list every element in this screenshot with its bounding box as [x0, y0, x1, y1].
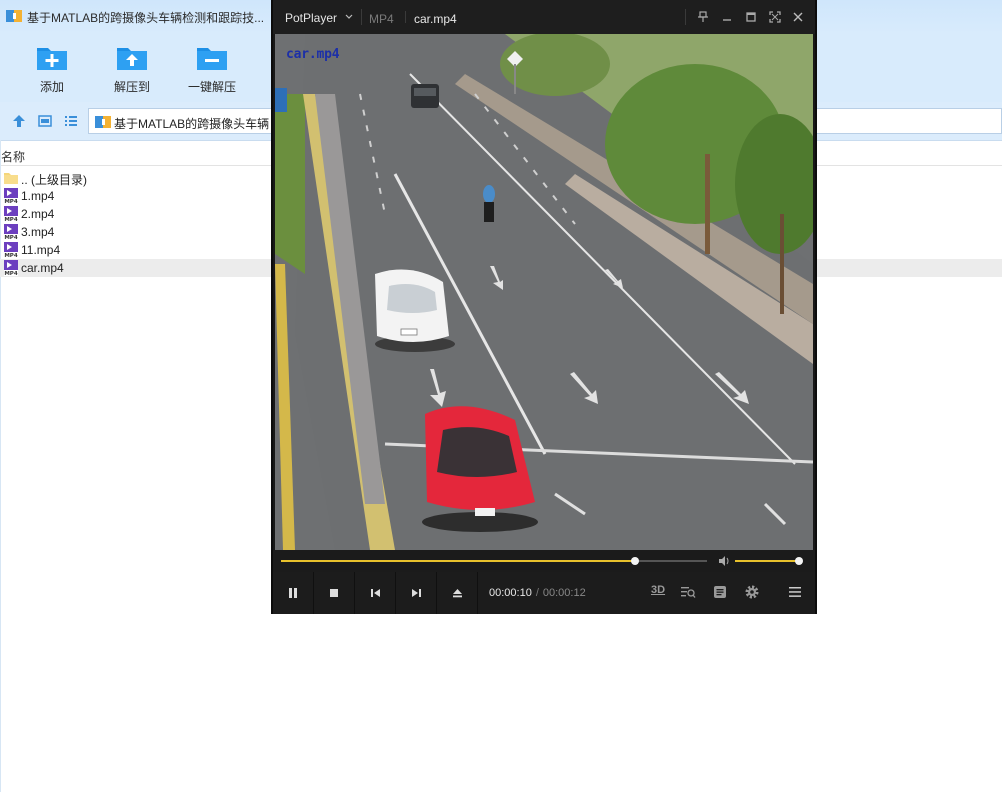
name-column-label: 名称	[1, 150, 26, 164]
divider	[405, 11, 406, 23]
mp4-file-icon: MP4	[4, 260, 18, 276]
mp4-file-icon: MP4	[4, 206, 18, 222]
path-text: 基于MATLAB的跨摄像头车辆	[114, 117, 270, 131]
stop-icon	[330, 589, 338, 597]
pause-button[interactable]	[273, 572, 314, 614]
video-image	[275, 34, 813, 550]
volume-level	[735, 560, 800, 562]
stop-button[interactable]	[314, 572, 355, 614]
seek-bar[interactable]	[281, 557, 707, 565]
next-icon	[411, 589, 421, 597]
eject-button[interactable]	[437, 572, 478, 614]
file-name: 2.mp4	[21, 207, 55, 221]
thumbnail-view-icon[interactable]	[38, 114, 52, 128]
chevron-down-icon[interactable]	[345, 14, 353, 20]
one-click-extract-button[interactable]: 一键解压	[180, 42, 244, 98]
up-arrow-icon[interactable]	[12, 114, 26, 128]
one-click-extract-label: 一键解压	[187, 80, 236, 94]
subtitle-icon[interactable]	[713, 585, 727, 599]
seek-handle[interactable]	[630, 557, 639, 565]
file-name: 11.mp4	[21, 243, 61, 257]
close-icon[interactable]	[791, 10, 805, 24]
one-click-extract-icon	[197, 48, 227, 70]
playlist-search-icon[interactable]	[680, 585, 696, 599]
eject-icon	[452, 589, 462, 598]
previous-button[interactable]	[355, 572, 396, 614]
seek-progress	[281, 560, 635, 562]
file-name: 1.mp4	[21, 189, 55, 203]
extract-to-button[interactable]: 解压到	[100, 42, 164, 98]
pin-icon[interactable]	[696, 10, 710, 24]
mp4-file-icon: MP4	[4, 224, 18, 240]
minimize-icon[interactable]	[720, 10, 734, 24]
file-name: 3.mp4	[21, 225, 55, 239]
video-overlay-text: car.mp4	[286, 47, 340, 62]
player-app-menu[interactable]: PotPlayer	[285, 11, 337, 25]
list-view-icon[interactable]	[64, 114, 78, 128]
file-name: .. (上级目录)	[21, 173, 87, 187]
player-controls: 00:00:10/00:00:12 3D	[273, 572, 815, 614]
menu-icon[interactable]	[788, 586, 802, 598]
time-display: 00:00:10/00:00:12	[489, 587, 586, 599]
fullscreen-icon[interactable]	[768, 10, 782, 24]
previous-icon	[370, 589, 380, 597]
volume-icon[interactable]	[718, 555, 730, 567]
svg-text:MP4: MP4	[4, 271, 18, 276]
volume-handle[interactable]	[795, 557, 804, 565]
player-titlebar[interactable]: PotPlayer MP4 car.mp4	[273, 0, 815, 34]
3d-button[interactable]: 3D	[651, 584, 665, 596]
seek-bar-area	[273, 550, 815, 572]
player-file-name: car.mp4	[414, 12, 457, 26]
volume-slider[interactable]	[735, 557, 804, 565]
svg-text:MP4: MP4	[4, 217, 18, 222]
pause-icon	[289, 588, 297, 598]
archive-window-title: 基于MATLAB的跨摄像头车辆检测和跟踪技...	[27, 11, 265, 25]
archive-file-icon	[95, 116, 111, 128]
svg-text:MP4: MP4	[4, 199, 18, 204]
file-name: car.mp4	[21, 261, 64, 275]
total-time: 00:00:12	[542, 587, 586, 599]
svg-text:MP4: MP4	[4, 235, 18, 240]
add-button[interactable]: 添加	[20, 42, 84, 98]
mp4-file-icon: MP4	[4, 242, 18, 258]
archive-app-icon	[6, 10, 22, 22]
extract-to-icon	[117, 48, 147, 70]
current-time: 00:00:10	[489, 587, 532, 599]
time-separator: /	[535, 587, 539, 599]
divider	[361, 9, 362, 25]
add-folder-icon	[37, 48, 67, 70]
next-button[interactable]	[396, 572, 437, 614]
divider	[685, 9, 686, 25]
add-button-label: 添加	[39, 80, 64, 94]
player-format: MP4	[369, 12, 394, 26]
mp4-file-icon: MP4	[4, 188, 18, 204]
video-frame[interactable]: car.mp4	[275, 34, 813, 550]
folder-icon	[4, 173, 18, 184]
maximize-icon[interactable]	[744, 10, 758, 24]
potplayer-window: PotPlayer MP4 car.mp4 car.mp4 00:00:10 /…	[271, 0, 817, 614]
settings-icon[interactable]	[744, 584, 760, 600]
svg-text:MP4: MP4	[4, 253, 18, 258]
extract-to-label: 解压到	[113, 80, 150, 94]
